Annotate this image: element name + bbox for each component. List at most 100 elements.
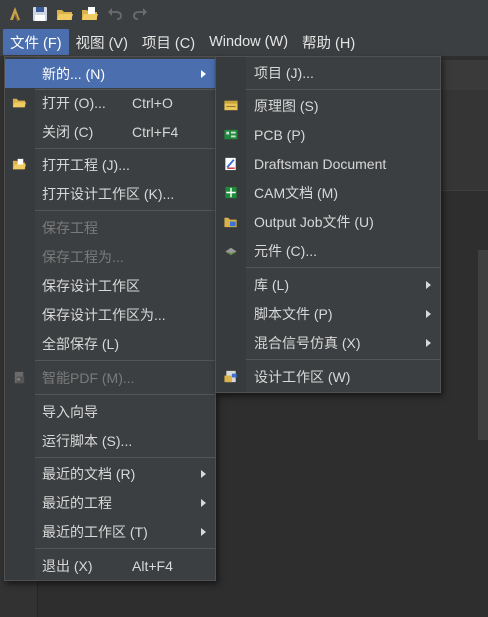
menu-window[interactable]: Window (W) [202,29,295,55]
new-submenu: 项目 (J)... 原理图 (S) PCB (P) Draftsman Docu… [215,56,441,393]
menu-item-label: 打开 (O)... [42,94,106,111]
new-item-project[interactable]: 项目 (J)... [216,58,440,87]
menu-item-save-project[interactable]: 保存工程 [5,213,215,242]
menu-item-label: 项目 (J)... [254,64,314,81]
new-item-mixed-signal-sim[interactable]: 混合信号仿真 (X) [216,328,440,357]
menu-separator [246,267,440,268]
submenu-arrow-icon [201,498,206,507]
workspace-icon [222,369,240,385]
cam-icon [222,185,240,201]
menu-item-label: 打开工程 (J)... [42,156,130,173]
menu-item-smart-pdf[interactable]: 智能PDF (M)... [5,363,215,392]
menu-item-label: 智能PDF (M)... [42,369,135,386]
menu-item-label: PCB (P) [254,126,306,143]
component-icon [222,243,240,259]
menu-item-open-workspace[interactable]: 打开设计工作区 (K)... [5,179,215,208]
menu-view[interactable]: 视图 (V) [69,29,135,55]
menu-item-shortcut: Ctrl+O [132,94,173,111]
undo-icon[interactable] [104,3,126,25]
menu-file[interactable]: 文件 (F) [3,29,69,55]
menu-item-save-all[interactable]: 全部保存 (L) [5,329,215,358]
menu-item-label: 混合信号仿真 (X) [254,334,361,351]
menu-bar: 文件 (F) 视图 (V) 项目 (C) Window (W) 帮助 (H) [0,28,488,56]
submenu-arrow-icon [201,69,206,78]
new-item-pcb[interactable]: PCB (P) [216,120,440,149]
menu-item-label: 最近的工程 [42,494,112,511]
menu-separator [246,89,440,90]
open-folder-icon [11,95,27,111]
new-item-schematic[interactable]: 原理图 (S) [216,91,440,120]
menu-item-label: 设计工作区 (W) [254,368,351,385]
new-item-cam[interactable]: CAM文档 (M) [216,178,440,207]
submenu-arrow-icon [426,280,431,289]
menu-separator [35,394,215,395]
menu-item-label: 全部保存 (L) [42,335,119,352]
redo-icon[interactable] [129,3,151,25]
menu-item-recent-projects[interactable]: 最近的工程 [5,488,215,517]
menu-item-import-wizard[interactable]: 导入向导 [5,397,215,426]
menu-separator [35,457,215,458]
menu-separator [35,210,215,211]
menu-item-label: 原理图 (S) [254,97,319,114]
smart-pdf-icon [11,370,27,386]
menu-help[interactable]: 帮助 (H) [295,29,362,55]
new-item-component[interactable]: 元件 (C)... [216,236,440,265]
menu-item-label: 最近的工作区 (T) [42,523,148,540]
menu-project[interactable]: 项目 (C) [135,29,202,55]
menu-item-label: 最近的文档 (R) [42,465,136,482]
menu-item-label: 打开设计工作区 (K)... [42,185,175,202]
menu-separator [35,548,215,549]
menu-item-exit[interactable]: 退出 (X) Alt+F4 [5,551,215,580]
new-item-script-file[interactable]: 脚本文件 (P) [216,299,440,328]
menu-item-label: 库 (L) [254,276,289,293]
draftsman-icon [222,156,240,172]
workspace-tab-strip [440,60,488,90]
file-menu: 新的... (N) 打开 (O)... Ctrl+O 关闭 (C) Ctrl+F… [4,56,216,581]
workspace-header [440,90,488,190]
menu-item-run-script[interactable]: 运行脚本 (S)... [5,426,215,455]
submenu-arrow-icon [426,309,431,318]
altium-logo-icon[interactable] [4,3,26,25]
menu-item-label: Draftsman Document [254,155,387,172]
menu-item-label: 保存工程为... [42,248,124,265]
submenu-arrow-icon [426,338,431,347]
menu-item-new[interactable]: 新的... (N) [5,59,215,88]
menu-item-save-workspace[interactable]: 保存设计工作区 [5,271,215,300]
menu-item-recent-workspaces[interactable]: 最近的工作区 (T) [5,517,215,546]
submenu-arrow-icon [201,527,206,536]
menu-item-label: 关闭 (C) [42,123,94,140]
open-folder-icon[interactable] [54,3,76,25]
menu-item-label: CAM文档 (M) [254,184,338,201]
submenu-arrow-icon [201,469,206,478]
menu-item-label: 保存工程 [42,219,98,236]
menu-item-label: Output Job文件 (U) [254,213,374,230]
menu-item-label: 保存设计工作区为... [42,306,166,323]
new-item-draftsman[interactable]: Draftsman Document [216,149,440,178]
menu-separator [35,360,215,361]
menu-item-open-project[interactable]: 打开工程 (J)... [5,150,215,179]
menu-separator [246,359,440,360]
open-project-icon [11,157,27,173]
menu-item-close[interactable]: 关闭 (C) Ctrl+F4 [5,117,215,146]
menu-item-label: 保存设计工作区 [42,277,140,294]
menu-item-shortcut: Alt+F4 [132,557,173,574]
menu-item-label: 导入向导 [42,403,98,420]
menu-item-recent-documents[interactable]: 最近的文档 (R) [5,459,215,488]
menu-separator [35,148,215,149]
menu-item-save-project-as[interactable]: 保存工程为... [5,242,215,271]
new-item-design-workspace[interactable]: 设计工作区 (W) [216,362,440,391]
menu-item-label: 元件 (C)... [254,242,317,259]
scrollbar[interactable] [478,250,488,440]
menu-item-open[interactable]: 打开 (O)... Ctrl+O [5,88,215,117]
quick-access-toolbar [0,0,488,28]
menu-item-label: 运行脚本 (S)... [42,432,133,449]
menu-item-label: 脚本文件 (P) [254,305,333,322]
new-item-output-job[interactable]: Output Job文件 (U) [216,207,440,236]
save-icon[interactable] [29,3,51,25]
menu-item-label: 退出 (X) [42,557,93,574]
new-item-library[interactable]: 库 (L) [216,270,440,299]
open-project-icon[interactable] [79,3,101,25]
output-job-icon [222,214,240,230]
menu-item-save-workspace-as[interactable]: 保存设计工作区为... [5,300,215,329]
schematic-icon [222,98,240,114]
